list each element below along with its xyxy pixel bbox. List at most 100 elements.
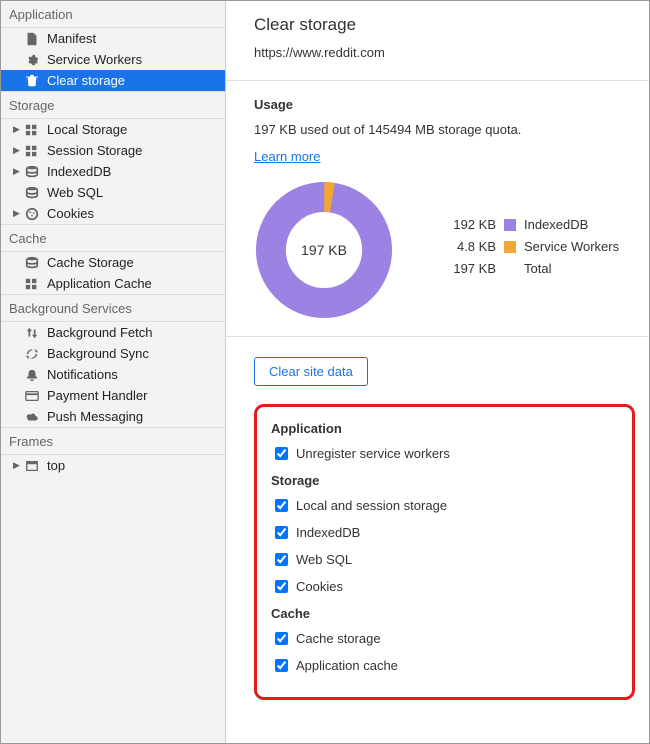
sidebar-item-background-fetch[interactable]: Background Fetch — [1, 322, 225, 343]
legend-size: 192 KB — [444, 217, 496, 232]
sidebar-item-clear-storage[interactable]: Clear storage — [1, 70, 225, 91]
legend-label: Service Workers — [524, 239, 619, 254]
checkbox-row-application-cache[interactable]: Application cache — [275, 658, 618, 673]
sidebar-item-service-workers[interactable]: Service Workers — [1, 49, 225, 70]
bell-icon — [25, 368, 39, 382]
checkbox-group-title: Cache — [271, 606, 618, 621]
checkbox[interactable] — [275, 659, 288, 672]
sidebar-section-header: Application — [1, 1, 225, 28]
sidebar-item-label: Push Messaging — [47, 409, 143, 424]
sidebar-item-web-sql[interactable]: Web SQL — [1, 182, 225, 203]
sidebar-item-label: IndexedDB — [47, 164, 111, 179]
expand-arrow-icon[interactable]: ▶ — [13, 166, 23, 177]
sidebar-item-label: Cookies — [47, 206, 94, 221]
sidebar-item-label: Clear storage — [47, 73, 125, 88]
database-icon — [25, 165, 39, 179]
sync-icon — [25, 347, 39, 361]
card-icon — [25, 389, 39, 403]
sidebar-item-indexeddb[interactable]: ▶ IndexedDB — [1, 161, 225, 182]
legend-row: 192 KB IndexedDB — [444, 217, 619, 232]
checkbox-row-local-and-session-storage[interactable]: Local and session storage — [275, 498, 618, 513]
sidebar-item-manifest[interactable]: Manifest — [1, 28, 225, 49]
clear-site-data-button[interactable]: Clear site data — [254, 357, 368, 386]
expand-arrow-icon[interactable]: ▶ — [13, 460, 23, 471]
checkbox-label: Application cache — [296, 658, 398, 673]
checkbox-row-web-sql[interactable]: Web SQL — [275, 552, 618, 567]
checkbox-label: IndexedDB — [296, 525, 360, 540]
trash-icon — [25, 74, 39, 88]
sidebar-item-label: Service Workers — [47, 52, 142, 67]
sidebar-item-cache-storage[interactable]: Cache Storage — [1, 252, 225, 273]
file-icon — [25, 32, 39, 46]
checkbox[interactable] — [275, 526, 288, 539]
database-icon — [25, 186, 39, 200]
origin-url: https://www.reddit.com — [254, 45, 649, 60]
legend-size: 4.8 KB — [444, 239, 496, 254]
cookie-icon — [25, 207, 39, 221]
sidebar-item-notifications[interactable]: Notifications — [1, 364, 225, 385]
sidebar-section-header: Storage — [1, 91, 225, 119]
sidebar-item-local-storage[interactable]: ▶ Local Storage — [1, 119, 225, 140]
sidebar-item-push-messaging[interactable]: Push Messaging — [1, 406, 225, 427]
legend-swatch — [504, 263, 516, 275]
checkbox-row-indexeddb[interactable]: IndexedDB — [275, 525, 618, 540]
checkbox-label: Cookies — [296, 579, 343, 594]
legend-row: 197 KBTotal — [444, 261, 619, 276]
database-icon — [25, 256, 39, 270]
gear-icon — [25, 53, 39, 67]
checkbox-label: Unregister service workers — [296, 446, 450, 461]
checkbox[interactable] — [275, 499, 288, 512]
checkbox-label: Web SQL — [296, 552, 352, 567]
divider — [226, 336, 649, 337]
sidebar-section-header: Frames — [1, 427, 225, 455]
learn-more-link[interactable]: Learn more — [254, 149, 320, 164]
expand-arrow-icon[interactable]: ▶ — [13, 124, 23, 135]
checkbox-row-unregister-service-workers[interactable]: Unregister service workers — [275, 446, 618, 461]
sidebar-item-label: Web SQL — [47, 185, 103, 200]
sidebar-item-application-cache[interactable]: Application Cache — [1, 273, 225, 294]
checkbox[interactable] — [275, 447, 288, 460]
sidebar-section-header: Background Services — [1, 294, 225, 322]
checkbox[interactable] — [275, 632, 288, 645]
checkbox-row-cookies[interactable]: Cookies — [275, 579, 618, 594]
window-icon — [25, 459, 39, 473]
sidebar-item-label: Payment Handler — [47, 388, 147, 403]
sidebar-section-header: Cache — [1, 224, 225, 252]
checkbox[interactable] — [275, 580, 288, 593]
usage-title: Usage — [254, 97, 649, 112]
checkbox-group-title: Storage — [271, 473, 618, 488]
sidebar-item-label: Local Storage — [47, 122, 127, 137]
main-panel: Clear storage https://www.reddit.com Usa… — [226, 1, 649, 743]
checkbox-label: Cache storage — [296, 631, 381, 646]
usage-donut-chart: 197 KB — [254, 180, 394, 320]
sidebar-item-payment-handler[interactable]: Payment Handler — [1, 385, 225, 406]
checkbox-label: Local and session storage — [296, 498, 447, 513]
legend-swatch — [504, 219, 516, 231]
grid-icon — [25, 277, 39, 291]
sidebar-item-label: Application Cache — [47, 276, 152, 291]
legend-size: 197 KB — [444, 261, 496, 276]
checkbox-group-title: Application — [271, 421, 618, 436]
grid-icon — [25, 144, 39, 158]
sidebar-item-session-storage[interactable]: ▶ Session Storage — [1, 140, 225, 161]
usage-text: 197 KB used out of 145494 MB storage quo… — [254, 122, 649, 137]
clear-options-box: Application Unregister service workers Sto… — [254, 404, 635, 700]
sidebar-item-label: Cache Storage — [47, 255, 134, 270]
donut-center-label: 197 KB — [301, 242, 347, 258]
sidebar: Application Manifest Service Workers Clear … — [1, 1, 226, 743]
sidebar-item-label: Manifest — [47, 31, 96, 46]
expand-arrow-icon[interactable]: ▶ — [13, 145, 23, 156]
grid-icon — [25, 123, 39, 137]
checkbox-row-cache-storage[interactable]: Cache storage — [275, 631, 618, 646]
updown-icon — [25, 326, 39, 340]
legend-label: IndexedDB — [524, 217, 588, 232]
sidebar-item-label: Session Storage — [47, 143, 142, 158]
usage-legend: 192 KB IndexedDB 4.8 KB Service Workers 197 … — [444, 217, 619, 283]
checkbox[interactable] — [275, 553, 288, 566]
sidebar-item-background-sync[interactable]: Background Sync — [1, 343, 225, 364]
sidebar-item-top[interactable]: ▶ top — [1, 455, 225, 476]
expand-arrow-icon[interactable]: ▶ — [13, 208, 23, 219]
sidebar-item-cookies[interactable]: ▶ Cookies — [1, 203, 225, 224]
sidebar-item-label: top — [47, 458, 65, 473]
divider — [226, 80, 649, 81]
